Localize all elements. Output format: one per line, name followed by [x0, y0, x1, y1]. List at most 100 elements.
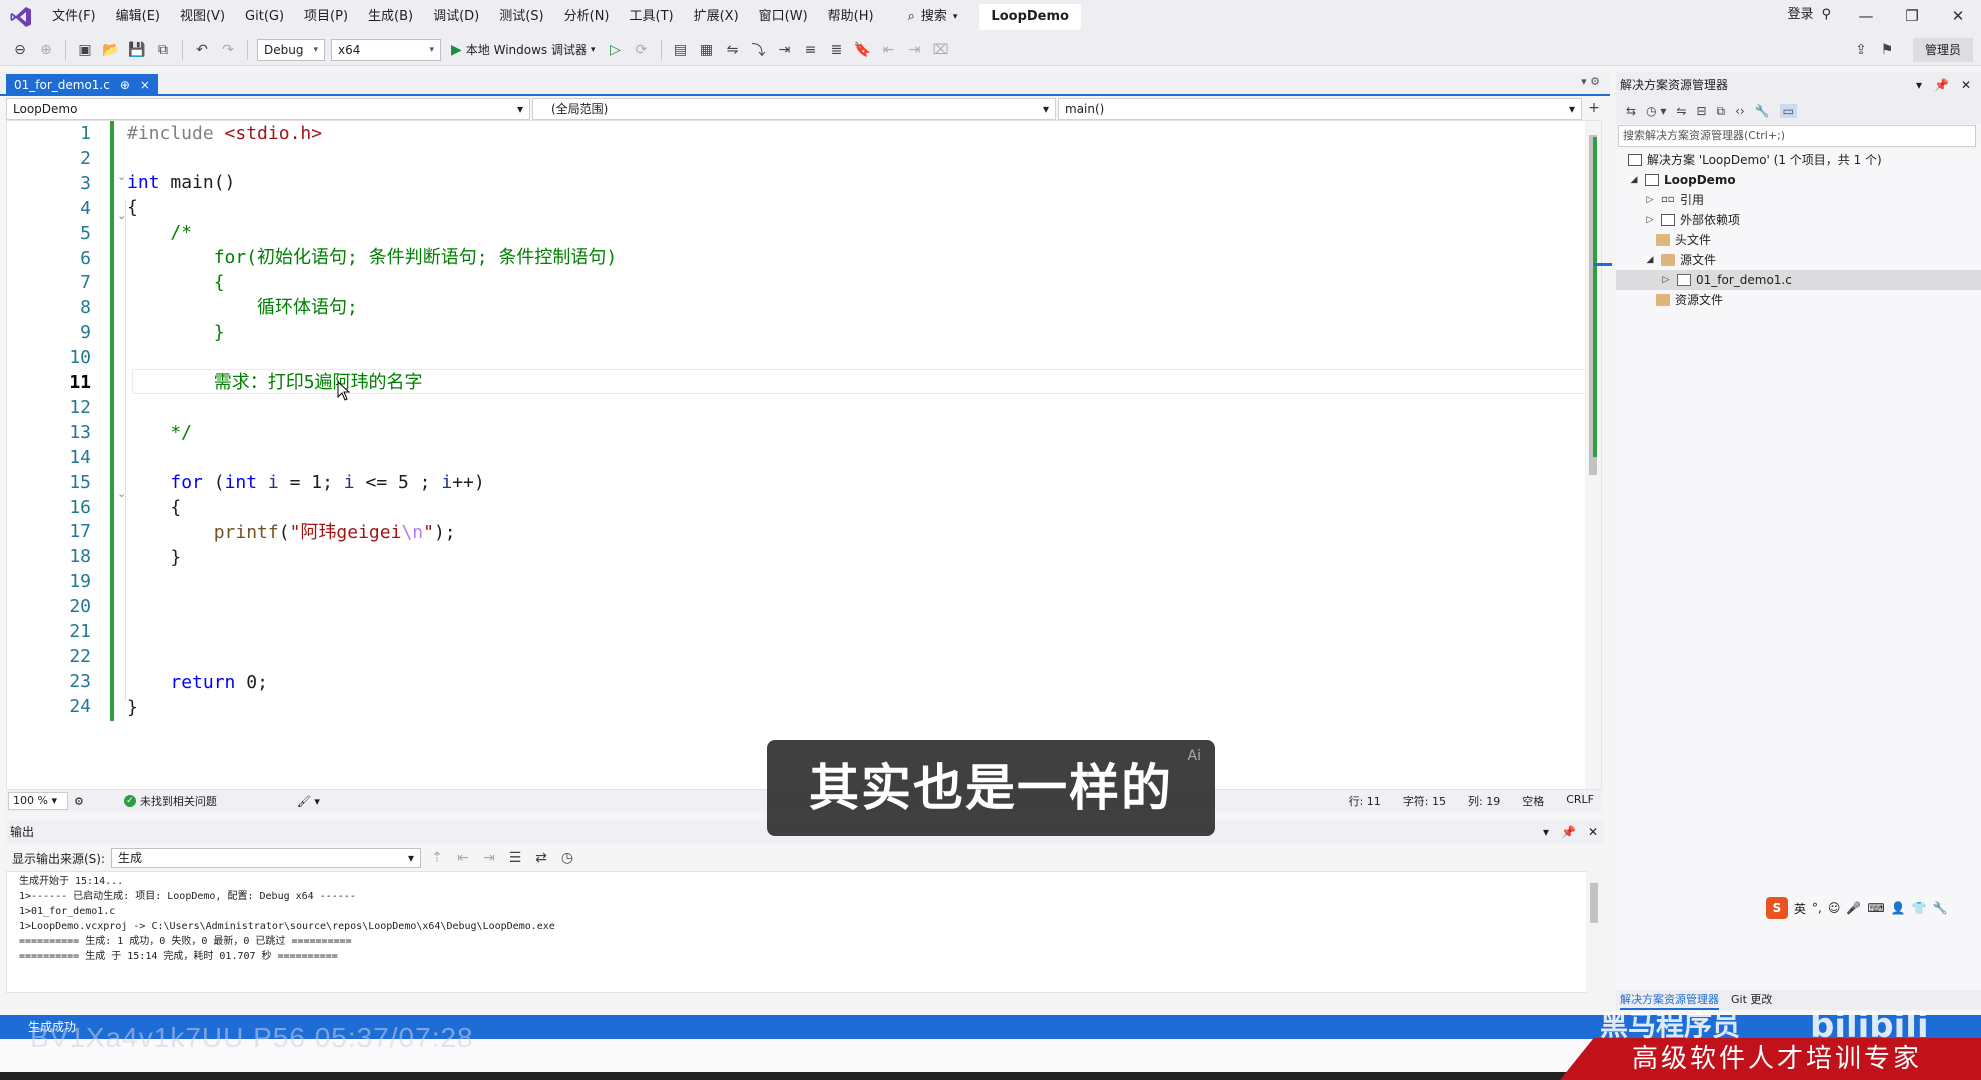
emoji-icon[interactable]: ☺ — [1828, 901, 1841, 915]
eol-indicator[interactable]: CRLF — [1566, 793, 1594, 809]
tree-item-source-file[interactable]: ▷ 01_for_demo1.c — [1616, 270, 1981, 290]
show-all-files-icon[interactable]: ⧉ — [1717, 104, 1726, 119]
punctuation-icon[interactable]: °, — [1812, 901, 1822, 915]
step-icon[interactable]: ⤵ — [749, 40, 769, 60]
save-all-icon[interactable]: ⧉ — [153, 40, 173, 60]
configuration-select[interactable]: Debug ▾ — [257, 38, 325, 61]
scroll-thumb[interactable] — [1590, 883, 1598, 923]
clear-bookmarks-icon[interactable]: ⌧ — [931, 40, 951, 60]
chevron-down-icon[interactable]: ▾ — [1543, 820, 1549, 844]
pin-icon[interactable]: 📌 — [1934, 72, 1949, 98]
expanded-arrow-icon[interactable]: ◢ — [1644, 250, 1656, 270]
sync-icon[interactable]: ⇆ — [1626, 104, 1636, 118]
menu-tools[interactable]: 工具(T) — [620, 0, 684, 34]
output-source-select[interactable]: 生成 ▾ — [111, 848, 422, 868]
zoom-select[interactable]: 100 % ▾ — [8, 792, 68, 810]
save-icon[interactable]: 💾 — [127, 40, 147, 60]
output-scrollbar[interactable] — [1586, 871, 1602, 993]
prev-message-icon[interactable]: ⇤ — [453, 848, 473, 868]
skin-icon[interactable]: 👕 — [1912, 901, 1927, 915]
layout-icon[interactable]: ▦ — [697, 40, 717, 60]
code-editor[interactable]: 1 2 3 4 5 6 7 8 9 10 11 12 13 14 15 16 17 18 19 20 21 22 23 24 … — [6, 120, 1602, 790]
solution-search-input[interactable]: 搜索解决方案资源管理器(Ctrl+;) — [1618, 125, 1976, 147]
feedback-icon[interactable]: ⚑ — [1877, 40, 1897, 60]
menu-window[interactable]: 窗口(W) — [749, 0, 818, 34]
line-indicator[interactable]: 行: 11 — [1349, 793, 1381, 809]
redo-icon[interactable]: ↷ — [218, 40, 238, 60]
run-debugger-button[interactable]: ▶ 本地 Windows 调试器 ▾ — [447, 41, 600, 58]
expanded-arrow-icon[interactable]: ◢ — [1628, 170, 1640, 190]
restore-button[interactable]: ❐ — [1889, 0, 1935, 34]
account-icon[interactable]: ⚲ — [1821, 0, 1831, 34]
share-icon[interactable]: ⇪ — [1851, 40, 1871, 60]
split-icon[interactable]: + — [1584, 98, 1604, 118]
keyboard-icon[interactable]: ⌨ — [1867, 901, 1884, 915]
menu-test[interactable]: 测试(S) — [489, 0, 553, 34]
menu-view[interactable]: 视图(V) — [170, 0, 235, 34]
collapse-all-icon[interactable]: ⊟ — [1696, 104, 1706, 118]
next-bookmark-icon[interactable]: ⇥ — [905, 40, 925, 60]
menu-help[interactable]: 帮助(H) — [818, 0, 884, 34]
collapsed-arrow-icon[interactable]: ▷ — [1644, 190, 1656, 210]
platform-select[interactable]: x64 ▾ — [331, 38, 441, 61]
find-message-icon[interactable]: ⇡ — [427, 848, 447, 868]
preview-icon[interactable]: ▭ — [1779, 104, 1797, 118]
new-project-icon[interactable]: ▣ — [75, 40, 95, 60]
menu-extensions[interactable]: 扩展(X) — [684, 0, 749, 34]
collapsed-arrow-icon[interactable]: ▷ — [1644, 210, 1656, 230]
properties-icon[interactable]: 🔧 — [1755, 104, 1770, 118]
view-code-icon[interactable]: ‹› — [1735, 104, 1745, 118]
close-icon[interactable]: ✕ — [1961, 72, 1971, 98]
browse-icon[interactable]: ▤ — [671, 40, 691, 60]
hot-reload-icon[interactable]: ⟳ — [632, 40, 652, 60]
output-text[interactable]: 生成开始于 15:14... 1>------ 已启动生成: 项目: LoopD… — [6, 871, 1596, 993]
editor-scrollbar[interactable] — [1585, 121, 1601, 789]
chevron-down-icon[interactable]: ▾ — [1916, 72, 1922, 98]
next-message-icon[interactable]: ⇥ — [479, 848, 499, 868]
ime-mode[interactable]: 英 — [1794, 900, 1806, 917]
close-window-button[interactable]: ✕ — [1935, 0, 1981, 34]
tree-item-header-files[interactable]: 头文件 — [1656, 230, 1711, 250]
menu-git[interactable]: Git(G) — [235, 0, 294, 34]
collapsed-arrow-icon[interactable]: ▷ — [1660, 270, 1672, 290]
pending-changes-icon[interactable]: ⇋ — [1676, 104, 1686, 118]
uncomment-icon[interactable]: ≣ — [827, 40, 847, 60]
clear-all-icon[interactable]: ☰ — [505, 848, 525, 868]
fold-icon[interactable]: ⌄ — [117, 170, 126, 183]
function-select[interactable]: main() ▾ — [1058, 98, 1582, 120]
word-wrap-icon[interactable]: ⇄ — [531, 848, 551, 868]
menu-build[interactable]: 生成(B) — [358, 0, 423, 34]
tab-file[interactable]: 01_for_demo1.c ⊕ × — [6, 74, 158, 96]
forward-icon[interactable]: ⊕ — [36, 40, 56, 60]
undo-icon[interactable]: ↶ — [192, 40, 212, 60]
menu-edit[interactable]: 编辑(E) — [106, 0, 170, 34]
bookmark-icon[interactable]: 🔖 — [853, 40, 873, 60]
brush-icon[interactable]: 🖌 ▾ — [297, 795, 320, 808]
back-icon[interactable]: ⊖ — [10, 40, 30, 60]
char-indicator[interactable]: 字符: 15 — [1403, 793, 1446, 809]
settings-icon[interactable]: 🔧 — [1933, 901, 1948, 915]
tree-item-source-files[interactable]: ◢ 源文件 — [1644, 250, 1716, 270]
whitespace-indicator[interactable]: 空格 — [1522, 793, 1544, 809]
tree-item-external-deps[interactable]: ▷ 外部依赖项 — [1644, 210, 1740, 230]
tab-overflow-icon[interactable]: ▾ ⚙ — [1581, 75, 1600, 88]
tree-item-references[interactable]: ▷ ▫▫ 引用 — [1644, 190, 1704, 210]
pin-icon[interactable]: 📌 — [1561, 820, 1576, 844]
comment-icon[interactable]: ≡ — [801, 40, 821, 60]
tab-solution-explorer[interactable]: 解决方案资源管理器 — [1620, 990, 1719, 1010]
login-label[interactable]: 登录 — [1787, 0, 1813, 34]
timestamp-icon[interactable]: ◷ — [557, 848, 577, 868]
sogou-ime-logo[interactable]: S — [1766, 897, 1788, 919]
search-button[interactable]: ⌕ 搜索 ▾ — [898, 4, 968, 30]
tree-item-project[interactable]: ◢ LoopDemo — [1628, 170, 1736, 190]
intellicode-icon[interactable]: ⚙ — [74, 795, 84, 808]
close-icon[interactable]: × — [140, 74, 150, 96]
user-icon[interactable]: 👤 — [1891, 901, 1906, 915]
project-select[interactable]: LoopDemo ▾ — [6, 98, 530, 120]
menu-analyze[interactable]: 分析(N) — [554, 0, 620, 34]
issues-indicator[interactable]: ✓ 未找到相关问题 — [123, 793, 217, 809]
visual-studio-logo-icon[interactable] — [0, 0, 42, 34]
tree-item-resource-files[interactable]: 资源文件 — [1656, 290, 1723, 310]
prev-bookmark-icon[interactable]: ⇤ — [879, 40, 899, 60]
toggle-icon[interactable]: ⇋ — [723, 40, 743, 60]
